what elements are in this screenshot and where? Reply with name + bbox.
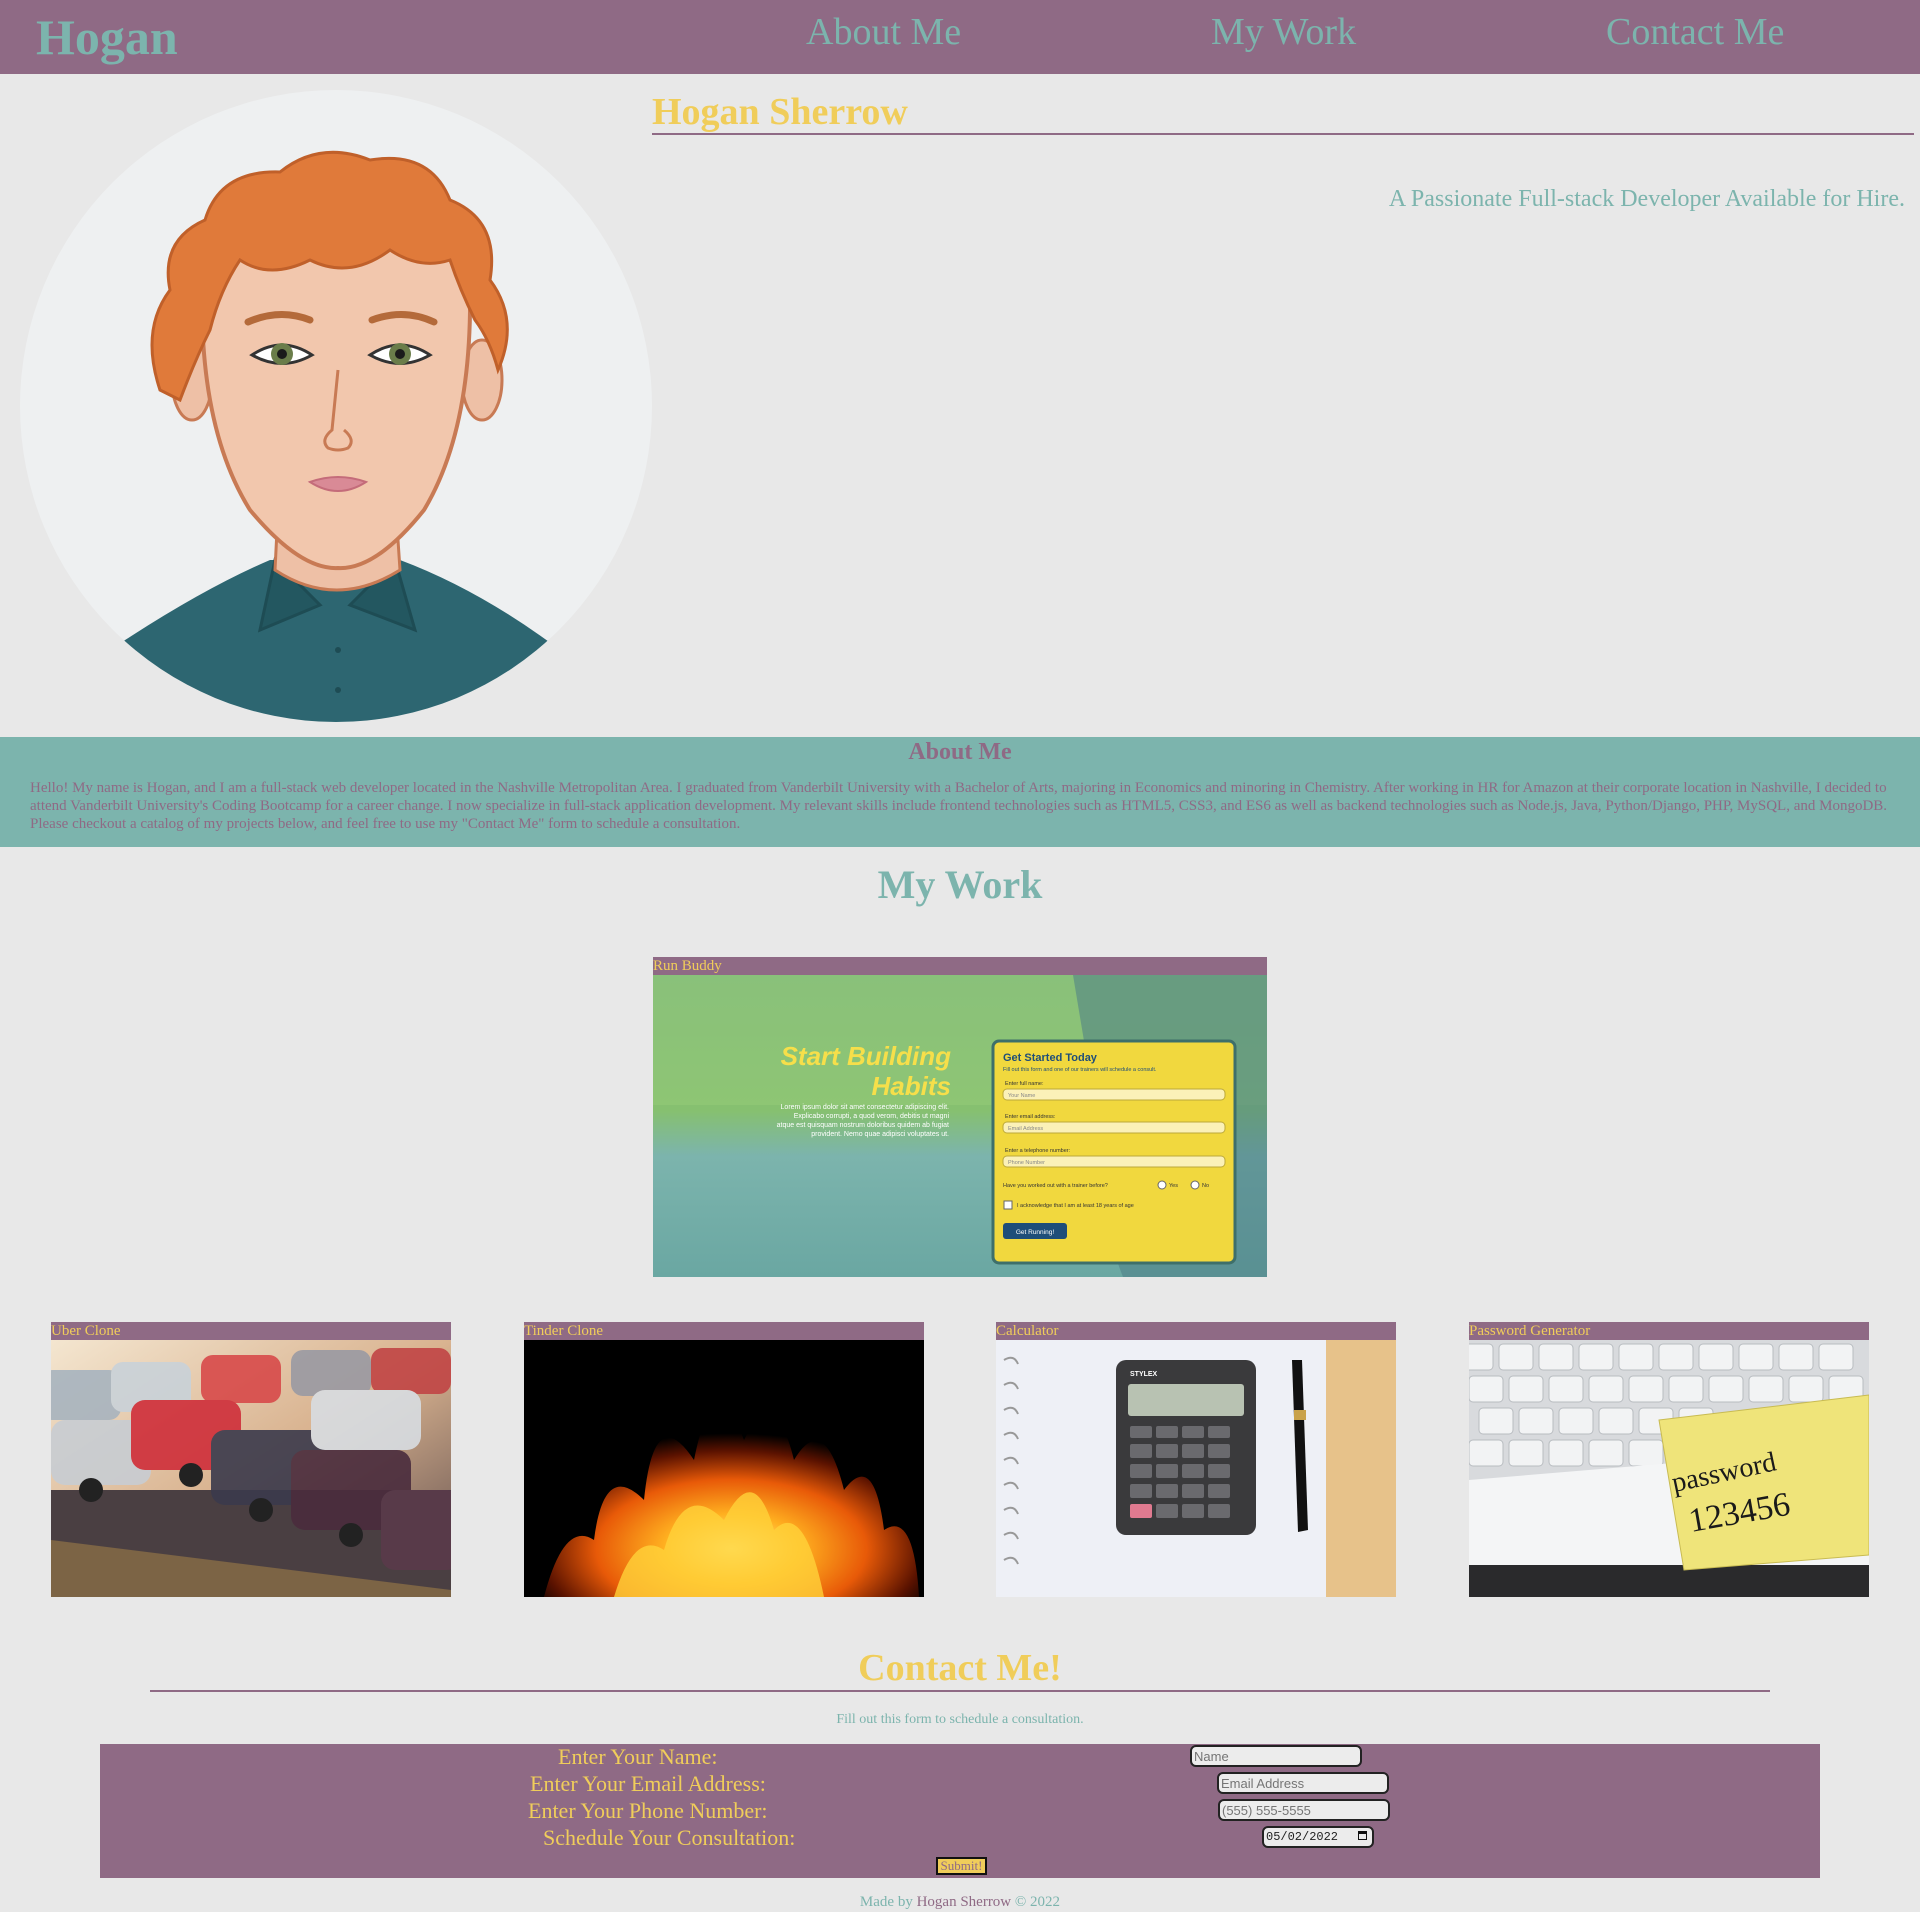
footer-suffix: © 2022 (1011, 1894, 1061, 1910)
hero-tagline: A Passionate Full-stack Developer Availa… (1388, 186, 1905, 212)
project-title: Password Generator (1469, 1323, 1591, 1339)
nav-contact-me[interactable]: Contact Me (1606, 6, 1784, 58)
svg-text:Your Name: Your Name (1008, 1093, 1035, 1099)
svg-text:Enter a telephone number:: Enter a telephone number: (1005, 1148, 1071, 1154)
rb-heading-1: Start Building (781, 1041, 952, 1071)
svg-text:atque est quisquam nostrum dol: atque est quisquam nostrum doloribus qui… (777, 1122, 949, 1129)
svg-text:Get Started Today: Get Started Today (1003, 1052, 1098, 1064)
profile-avatar (20, 90, 652, 722)
project-thumbnail (51, 1340, 451, 1597)
project-thumbnail: Start Building Habits Lorem ipsum dolor … (653, 975, 1267, 1277)
avatar-illustration (90, 150, 580, 722)
svg-text:Enter email address:: Enter email address: (1005, 1114, 1056, 1120)
contact-divider (150, 1690, 1770, 1692)
svg-text:Yes: Yes (1169, 1183, 1178, 1189)
submit-button[interactable]: Submit! (936, 1857, 987, 1875)
project-title: Calculator (996, 1323, 1059, 1339)
svg-text:Have you worked out with a tra: Have you worked out with a trainer befor… (1003, 1183, 1108, 1189)
top-navbar: Hogan About Me My Work Contact Me (0, 0, 1920, 74)
project-title: Tinder Clone (524, 1323, 604, 1339)
name-field[interactable] (1190, 1745, 1362, 1767)
svg-text:Enter full name:: Enter full name: (1005, 1081, 1044, 1087)
project-card-tinder-clone[interactable]: Tinder Clone (524, 1322, 924, 1597)
svg-text:Get Running!: Get Running! (1016, 1229, 1054, 1236)
svg-text:Email Address: Email Address (1008, 1126, 1043, 1132)
nav-about-me[interactable]: About Me (806, 6, 961, 58)
project-card-password-generator[interactable]: Password Generator password 123456 (1469, 1322, 1869, 1597)
svg-text:STYLEX: STYLEX (1130, 1371, 1158, 1378)
footer: Made by Hogan Sherrow © 2022 (0, 1893, 1920, 1911)
project-card-calculator[interactable]: Calculator STYLEX (996, 1322, 1396, 1597)
contact-form: Enter Your Name: Enter Your Email Addres… (100, 1744, 1820, 1878)
work-title: My Work (877, 862, 1043, 907)
svg-text:Explicabo corrupti, a quod ver: Explicabo corrupti, a quod verom, debiti… (794, 1113, 950, 1120)
rb-heading-2: Habits (872, 1071, 951, 1101)
project-title: Run Buddy (653, 958, 722, 974)
footer-prefix: Made by (859, 1894, 917, 1910)
contact-subtitle: Fill out this form to schedule a consult… (836, 1712, 1084, 1727)
project-thumbnail: STYLEX (996, 1340, 1396, 1597)
about-title: About Me (908, 739, 1012, 765)
svg-text:No: No (1202, 1183, 1209, 1189)
phone-field[interactable] (1218, 1799, 1390, 1821)
calendar-icon[interactable] (1358, 1831, 1367, 1840)
hero-divider (652, 133, 1914, 135)
about-body: Hello! My name is Hogan, and I am a full… (30, 780, 1888, 832)
brand-logo[interactable]: Hogan (36, 6, 178, 68)
project-card-uber-clone[interactable]: Uber Clone (51, 1322, 451, 1597)
project-title: Uber Clone (51, 1323, 121, 1339)
about-section: About Me Hello! My name is Hogan, and I … (0, 737, 1920, 847)
email-field[interactable] (1217, 1772, 1389, 1794)
svg-text:provident. Nemo quae adipisci: provident. Nemo quae adipisci voluptates… (811, 1131, 949, 1138)
date-label: Schedule Your Consultation: (543, 1825, 796, 1850)
project-card-run-buddy[interactable]: Run Buddy Start Building Habits Lorem ip… (653, 957, 1267, 1277)
svg-text:Lorem ipsum dolor sit amet con: Lorem ipsum dolor sit amet consectetur a… (781, 1104, 950, 1111)
project-thumbnail (524, 1340, 924, 1597)
name-label: Enter Your Name: (558, 1744, 718, 1769)
svg-text:Phone Number: Phone Number (1008, 1160, 1045, 1166)
email-label: Enter Your Email Address: (530, 1771, 766, 1796)
hero-name: Hogan Sherrow (652, 91, 908, 133)
phone-label: Enter Your Phone Number: (528, 1798, 768, 1823)
contact-title: Contact Me! (858, 1647, 1062, 1689)
svg-text:I acknowledge that I am at lea: I acknowledge that I am at least 18 year… (1017, 1203, 1134, 1209)
svg-text:Fill out this form and one of: Fill out this form and one of our traine… (1003, 1067, 1157, 1073)
nav-my-work[interactable]: My Work (1211, 6, 1356, 58)
project-thumbnail: password 123456 (1469, 1340, 1869, 1597)
footer-author: Hogan Sherrow (916, 1894, 1012, 1910)
